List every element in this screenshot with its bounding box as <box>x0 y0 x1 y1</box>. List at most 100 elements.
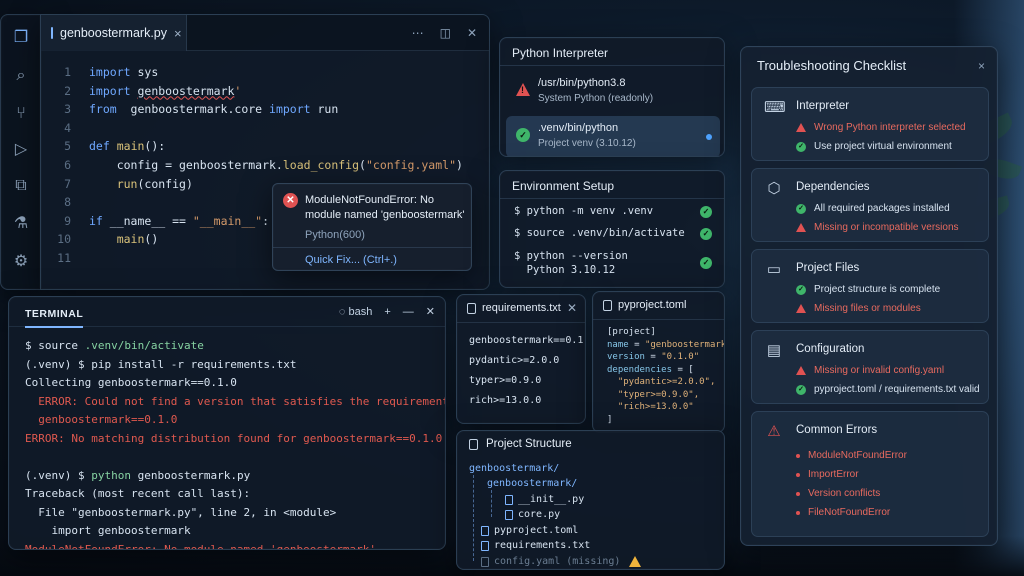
folder-label: genboostermark/ <box>469 463 560 474</box>
toml-line: "pydantic>=2.0.0", <box>607 376 724 389</box>
selected-indicator <box>706 134 712 140</box>
file-name: pyproject.toml <box>618 299 687 311</box>
code-line[interactable]: from genboostermark.core import run <box>89 100 338 119</box>
close-tab-icon[interactable]: × <box>174 26 182 41</box>
close-icon[interactable]: ✕ <box>567 301 577 315</box>
tree-folder-root[interactable]: genboostermark/ <box>469 461 559 476</box>
line-number: 6 <box>64 158 71 172</box>
code-line[interactable]: if __name__ == "__main__": <box>89 212 269 231</box>
file-icon <box>603 300 612 311</box>
search-icon[interactable]: ⌕ <box>10 65 32 87</box>
editor-tab[interactable]: genboostermark.py × <box>41 15 187 51</box>
code-line[interactable]: config = genboostermark.load_config("con… <box>89 156 463 175</box>
terminal-line: (.venv) $ pip install -r requirements.tx… <box>25 356 445 375</box>
panel-divider <box>500 65 724 66</box>
toml-token: = <box>644 352 662 362</box>
requirements-content[interactable]: genboostermark==0.1.0 pydantic>=2.0.0 type… <box>469 331 586 411</box>
terminal-text: ERROR: Could not find a version that sat… <box>25 394 446 408</box>
code-line[interactable]: import sys <box>89 63 158 82</box>
tree-file-core[interactable]: core.py <box>505 507 560 522</box>
checklist-card-common-errors[interactable]: ⚠ Common Errors ModuleNotFoundError Impo… <box>751 411 989 537</box>
code-token: "config.yaml" <box>365 158 456 172</box>
close-icon[interactable]: × <box>978 59 985 73</box>
code-line[interactable]: def main(): <box>89 137 165 156</box>
minimize-panel-icon[interactable]: — <box>403 306 414 318</box>
shell-icon: ◌ <box>338 305 346 318</box>
file-tab[interactable]: requirements.txt ✕ <box>457 295 585 323</box>
python-interpreter-panel: Python Interpreter ! /usr/bin/python3.8 … <box>499 37 725 157</box>
extensions-icon[interactable]: ⧉ <box>10 175 32 197</box>
requirement-line: genboostermark==0.1.0 <box>469 335 586 346</box>
file-tab[interactable]: pyproject.toml <box>593 292 724 320</box>
code-token: config = genboostermark. <box>89 158 283 172</box>
item-text: Use project virtual environment <box>814 141 952 152</box>
tree-file-init[interactable]: __init__.py <box>505 492 584 507</box>
shell-selector[interactable]: ◌ bash <box>339 306 372 318</box>
card-title: Interpreter <box>796 100 850 112</box>
check-circle-icon: ✓ <box>700 206 712 218</box>
code-token: load_config <box>282 158 360 172</box>
interpreter-description: System Python (readonly) <box>538 93 654 104</box>
close-editor-icon[interactable]: ✕ <box>467 26 477 40</box>
editor-tab-bar: genboostermark.py × ⋯ ◫ ✕ <box>41 15 489 51</box>
check-circle-icon: ✓ <box>700 228 712 240</box>
source-control-icon[interactable]: ⑂ <box>10 103 32 125</box>
panel-title: Environment Setup <box>512 179 615 193</box>
code-token: sys <box>130 65 159 79</box>
terminal-output[interactable]: $ source .venv/bin/activate (.venv) $ pip… <box>25 337 446 549</box>
code-token: () <box>144 232 159 247</box>
tree-guide <box>473 475 474 561</box>
code-token: run <box>116 176 138 191</box>
package-icon: ⬡ <box>767 180 781 197</box>
code-token: : <box>262 213 270 228</box>
document-icon: ▤ <box>766 342 782 359</box>
tree-file-config-missing[interactable]: config.yaml (missing) <box>481 554 642 569</box>
setup-command: $ python --version Python 3.10.12 <box>514 250 628 276</box>
tree-folder-package[interactable]: genboostermark/ <box>487 476 577 491</box>
terminal-text: Traceback (most recent call last): <box>25 487 251 500</box>
terminal-text: File "genboostermark.py", line 2, in <mo… <box>25 505 337 519</box>
checklist-item: Wrong Python interpreter selected <box>796 122 966 133</box>
line-number: 4 <box>64 120 71 135</box>
settings-gear-icon[interactable]: ⚙ <box>10 251 32 273</box>
new-terminal-icon[interactable]: + <box>384 306 390 318</box>
code-line[interactable]: import genboostermark' <box>89 82 241 101</box>
terminal-actions: ◌ bash + — ✕ <box>339 305 435 319</box>
testing-flask-icon[interactable]: ⚗ <box>10 213 32 235</box>
code-token: import <box>269 102 311 117</box>
warning-icon <box>796 223 806 232</box>
code-token: if <box>89 213 103 228</box>
interpreter-option-venv[interactable]: ✓ .venv/bin/python Project venv (3.10.12… <box>506 116 720 156</box>
checklist-card-dependencies[interactable]: ⬡ Dependencies ✓ All required packages in… <box>751 168 989 242</box>
tree-file-pyproject[interactable]: pyproject.toml <box>481 523 578 538</box>
quick-fix-link[interactable]: Quick Fix... (Ctrl+.) <box>305 254 397 266</box>
pyproject-content[interactable]: [project] name = "genboostermark" version … <box>607 326 724 426</box>
setup-command: $ source .venv/bin/activate <box>514 227 685 239</box>
run-debug-icon[interactable]: ▷ <box>10 139 32 161</box>
split-editor-icon[interactable]: ◫ <box>440 26 451 40</box>
panel-divider <box>500 198 724 199</box>
file-icon <box>469 438 478 450</box>
python-file-icon <box>505 509 513 520</box>
checklist-card-interpreter[interactable]: ⌨ Interpreter Wrong Python interpreter s… <box>751 87 989 161</box>
tree-file-requirements[interactable]: requirements.txt <box>481 538 590 553</box>
code-token: (): <box>144 139 166 154</box>
interpreter-option-system[interactable]: ! /usr/bin/python3.8 System Python (read… <box>506 71 720 113</box>
terminal-text: ERROR: No matching distribution found fo… <box>25 431 443 445</box>
troubleshooting-checklist: Troubleshooting Checklist × ⌨ Interprete… <box>740 46 998 546</box>
file-label: __init__.py <box>518 494 585 505</box>
setup-command: $ python -m venv .venv <box>514 205 654 217</box>
code-line[interactable]: run(config) <box>89 175 193 194</box>
explorer-icon[interactable]: ❐ <box>10 27 32 49</box>
checklist-card-configuration[interactable]: ▤ Configuration Missing or invalid confi… <box>751 330 989 404</box>
bullet-icon <box>796 472 800 477</box>
toml-line: "typer>=0.9.0", <box>607 389 724 402</box>
more-actions-icon[interactable]: ⋯ <box>412 26 424 40</box>
checklist-card-project-files[interactable]: ▭ Project Files ✓ Project structure is co… <box>751 249 989 323</box>
code-token: __name__ == <box>102 213 193 228</box>
code-line[interactable]: main() <box>89 230 159 249</box>
close-panel-icon[interactable]: ✕ <box>426 305 435 318</box>
toml-token: ] <box>607 414 613 425</box>
terminal-line: Traceback (most recent call last): <box>25 485 445 504</box>
terminal-tab[interactable]: TERMINAL <box>25 308 84 328</box>
